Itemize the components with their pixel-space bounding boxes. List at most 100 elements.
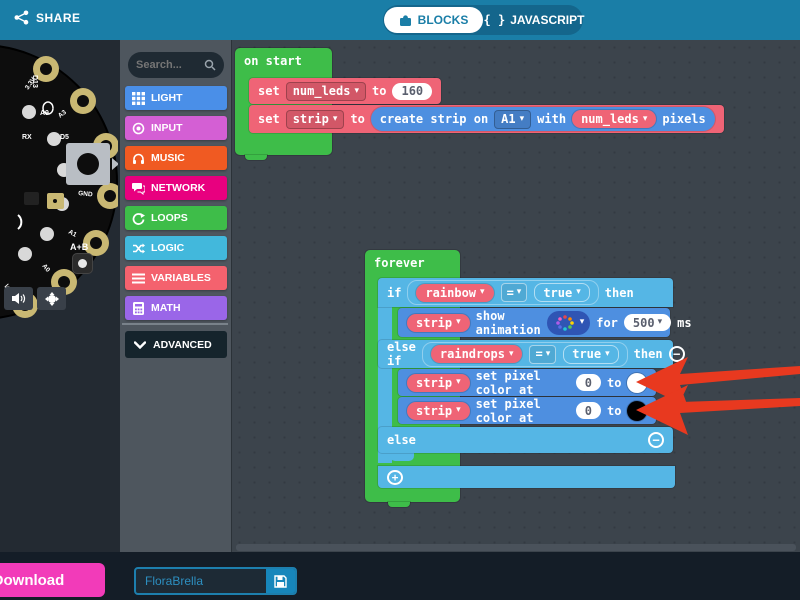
to-keyword: to: [607, 376, 621, 390]
shuffle-icon: [132, 242, 145, 255]
save-button[interactable]: [266, 569, 295, 593]
else-keyword: else: [387, 433, 416, 447]
set-strip-block[interactable]: set strip▾ to create strip on A1▾ with n…: [249, 105, 724, 133]
comparison-operator-dropdown[interactable]: =▾: [529, 345, 556, 364]
simulator-panel: 3.3V A3 A2 GND A1 A0 VOUT D13 A9: [0, 40, 120, 552]
set-pixel-color-label: set pixel color at: [476, 369, 570, 397]
to-keyword: to: [607, 404, 621, 418]
calculator-icon: [132, 302, 145, 315]
circuit-playground-board[interactable]: 3.3V A3 A2 GND A1 A0 VOUT D13 A9: [0, 45, 118, 325]
numleds-value-input[interactable]: 160: [392, 83, 432, 100]
toolbox-divider: [122, 323, 228, 325]
comparison-operator-dropdown[interactable]: =▾: [501, 283, 528, 302]
workspace-horizontal-scrollbar[interactable]: [236, 544, 796, 551]
remove-branch-icon[interactable]: −: [669, 346, 685, 362]
else-row[interactable]: else −: [378, 427, 673, 453]
color-picker-black[interactable]: [627, 401, 647, 421]
category-math[interactable]: MATH: [125, 296, 227, 320]
add-branch-icon[interactable]: +: [387, 470, 403, 485]
search-input[interactable]: [136, 59, 204, 71]
language-toggle: BLOCKS { } JAVASCRIPT: [383, 5, 583, 35]
then-keyword: then: [605, 286, 634, 300]
headphones-icon: [132, 152, 145, 165]
then-keyword: then: [634, 347, 663, 361]
true-value-dropdown[interactable]: true▾: [563, 345, 618, 364]
loop-icon: [132, 212, 145, 225]
forever-label: forever: [374, 256, 425, 270]
create-strip-label: create strip on: [380, 112, 488, 126]
category-label: MATH: [151, 302, 181, 314]
category-label: MUSIC: [151, 152, 185, 164]
category-label: LOOPS: [151, 212, 188, 224]
category-input[interactable]: INPUT: [125, 116, 227, 140]
pixel-index-input[interactable]: 0: [576, 374, 601, 391]
to-keyword: to: [372, 84, 386, 98]
chevron-down-icon: [134, 341, 146, 349]
board-label-rx: RX: [22, 134, 32, 141]
share-icon: [14, 10, 29, 25]
project-name-input[interactable]: [136, 569, 266, 593]
with-keyword: with: [537, 112, 566, 126]
set-pixel-color-block-black[interactable]: strip▾ set pixel color at 0 to: [398, 397, 656, 424]
else-if-row[interactable]: else if raindrops▾ =▾ true▾ then −: [378, 340, 673, 368]
true-value-dropdown[interactable]: true▾: [534, 283, 589, 302]
category-light[interactable]: LIGHT: [125, 86, 227, 110]
chat-icon: [132, 182, 145, 195]
category-variables[interactable]: VARIABLES: [125, 266, 227, 290]
show-animation-block[interactable]: strip▾ show animation ▾ for 500▾ ms: [398, 308, 670, 337]
if-condition: rainbow▾ =▾ true▾: [407, 280, 598, 305]
strip-variable-pill[interactable]: strip▾: [407, 402, 470, 420]
project-name-field: [134, 567, 297, 595]
forever-notch: [388, 502, 410, 507]
mute-button[interactable]: [4, 287, 33, 310]
category-label: LIGHT: [151, 92, 183, 104]
for-keyword: for: [596, 316, 618, 330]
fullscreen-button[interactable]: [37, 287, 66, 310]
else-if-keyword: else if: [387, 340, 416, 368]
duration-dropdown[interactable]: 500▾: [624, 314, 671, 331]
set-numleds-block[interactable]: set num_leds▾ to 160: [249, 78, 441, 104]
numleds-variable-dropdown[interactable]: num_leds▾: [286, 82, 366, 101]
animation-dropdown[interactable]: ▾: [547, 311, 591, 335]
category-logic[interactable]: LOGIC: [125, 236, 227, 260]
toolbox-search[interactable]: [128, 52, 224, 78]
rainbow-variable-pill[interactable]: rainbow▾: [416, 284, 493, 302]
color-picker-white[interactable]: [627, 373, 647, 393]
on-start-notch: [245, 155, 267, 160]
pixel-index-input[interactable]: 0: [576, 402, 601, 419]
category-music[interactable]: MUSIC: [125, 146, 227, 170]
download-button[interactable]: Download: [0, 563, 105, 597]
set-keyword: set: [258, 84, 280, 98]
create-strip-block[interactable]: create strip on A1▾ with num_leds▾ pixel…: [371, 107, 715, 131]
board-label-d13: D13: [31, 75, 38, 88]
board-label-d5: D5: [60, 134, 69, 141]
strip-variable-dropdown[interactable]: strip▾: [286, 110, 345, 129]
strip-variable-pill[interactable]: strip▾: [407, 374, 470, 392]
target-icon: [132, 122, 145, 135]
grid-icon: [132, 92, 145, 105]
category-network[interactable]: NETWORK: [125, 176, 227, 200]
numleds-argument-pill[interactable]: num_leds▾: [572, 110, 656, 128]
remove-branch-icon[interactable]: −: [648, 432, 664, 448]
search-icon: [204, 59, 216, 71]
if-block-header[interactable]: if rainbow▾ =▾ true▾ then: [378, 278, 673, 307]
toolbox-sidebar: LIGHT INPUT MUSIC NETWORK LOOPS LOGIC VA…: [120, 40, 232, 552]
save-icon: [274, 575, 287, 588]
category-loops[interactable]: LOOPS: [125, 206, 227, 230]
if-keyword: if: [387, 286, 401, 300]
to-keyword: to: [350, 112, 364, 126]
chip: [24, 192, 39, 205]
share-button[interactable]: SHARE: [14, 10, 81, 25]
ms-keyword: ms: [677, 316, 691, 330]
set-pixel-color-block-white[interactable]: strip▾ set pixel color at 0 to: [398, 369, 656, 396]
raindrops-variable-pill[interactable]: raindrops▾: [431, 345, 523, 363]
advanced-toggle[interactable]: ADVANCED: [125, 331, 227, 358]
pin-dropdown[interactable]: A1▾: [494, 110, 531, 129]
strip-variable-pill[interactable]: strip▾: [407, 314, 470, 332]
fullscreen-icon: [45, 292, 59, 306]
category-label: LOGIC: [151, 242, 184, 254]
tab-blocks[interactable]: BLOCKS: [384, 7, 483, 33]
ab-button[interactable]: [72, 253, 93, 274]
tab-javascript[interactable]: { } JAVASCRIPT: [487, 5, 581, 35]
if-block-footer: +: [378, 466, 675, 488]
